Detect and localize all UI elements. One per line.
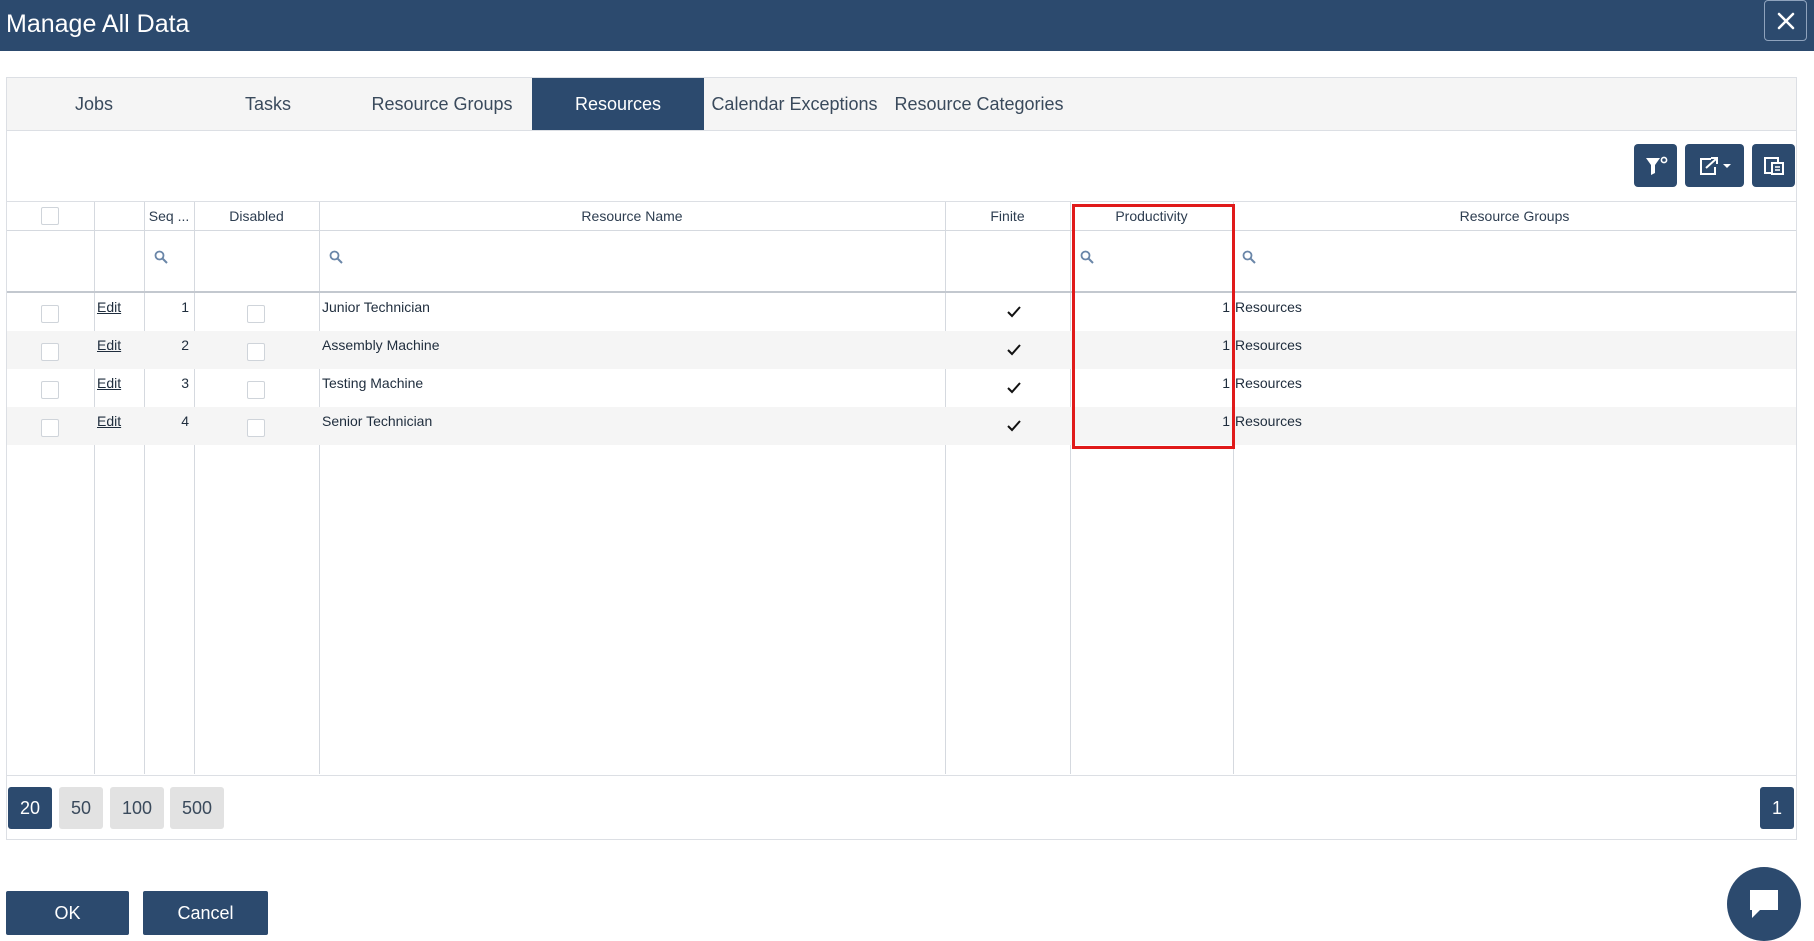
- productivity-cell: 1: [1222, 299, 1230, 315]
- search-icon[interactable]: [329, 250, 343, 264]
- checkmark-icon[interactable]: [1005, 303, 1023, 321]
- row-select-checkbox[interactable]: [41, 343, 59, 361]
- table-row[interactable]: Edit 2 Assembly Machine 1 Resources: [7, 331, 1796, 369]
- page-size-500-button[interactable]: 500: [170, 787, 224, 829]
- column-header-finite[interactable]: Finite: [945, 202, 1070, 230]
- resource-name-cell: Senior Technician: [322, 413, 433, 429]
- seq-cell: 2: [181, 337, 189, 353]
- tab-resources[interactable]: Resources: [532, 78, 704, 130]
- column-header-resource-groups[interactable]: Resource Groups: [1233, 202, 1796, 230]
- resource-name-cell: Junior Technician: [322, 299, 430, 315]
- resource-name-cell: Testing Machine: [322, 375, 424, 391]
- clear-filter-button[interactable]: [1634, 144, 1677, 187]
- resource-groups-cell: Resources: [1235, 375, 1302, 391]
- table-row[interactable]: Edit 3 Testing Machine 1 Resources: [7, 369, 1796, 407]
- export-icon: [1699, 156, 1731, 175]
- page-size-20-button[interactable]: 20: [8, 787, 52, 829]
- close-icon: [1777, 12, 1794, 29]
- ok-button[interactable]: OK: [6, 891, 129, 935]
- productivity-cell: 1: [1222, 337, 1230, 353]
- column-header-seq[interactable]: Seq ...: [144, 202, 194, 230]
- seq-cell: 3: [181, 375, 189, 391]
- seq-cell: 1: [181, 299, 189, 315]
- page-size-100-button[interactable]: 100: [110, 787, 164, 829]
- resource-name-cell: Assembly Machine: [322, 337, 440, 353]
- close-button[interactable]: [1764, 0, 1807, 41]
- search-icon[interactable]: [1080, 250, 1094, 264]
- cancel-button[interactable]: Cancel: [143, 891, 268, 935]
- chat-icon: [1750, 890, 1778, 918]
- page-1-button[interactable]: 1: [1760, 787, 1794, 829]
- productivity-cell: 1: [1222, 413, 1230, 429]
- tab-calendar-exceptions[interactable]: Calendar Exceptions: [707, 78, 882, 130]
- search-icon[interactable]: [154, 250, 168, 264]
- select-all-checkbox[interactable]: [41, 207, 59, 225]
- column-header-disabled[interactable]: Disabled: [194, 202, 319, 230]
- row-select-checkbox[interactable]: [41, 419, 59, 437]
- checkmark-icon[interactable]: [1005, 341, 1023, 359]
- table-row[interactable]: Edit 4 Senior Technician 1 Resources: [7, 407, 1796, 445]
- column-header-resource-name[interactable]: Resource Name: [319, 202, 945, 230]
- edit-link[interactable]: Edit: [97, 413, 121, 429]
- disabled-checkbox[interactable]: [247, 305, 265, 323]
- disabled-checkbox[interactable]: [247, 343, 265, 361]
- row-select-checkbox[interactable]: [41, 381, 59, 399]
- resources-grid: Seq ... Disabled Resource Name Finite Pr…: [7, 201, 1796, 776]
- page-size-50-button[interactable]: 50: [59, 787, 103, 829]
- edit-link[interactable]: Edit: [97, 375, 121, 391]
- checkmark-icon[interactable]: [1005, 379, 1023, 397]
- productivity-cell: 1: [1222, 375, 1230, 391]
- column-chooser-icon: [1763, 156, 1784, 175]
- seq-cell: 4: [181, 413, 189, 429]
- tab-resource-groups[interactable]: Resource Groups: [355, 78, 529, 130]
- edit-link[interactable]: Edit: [97, 337, 121, 353]
- edit-link[interactable]: Edit: [97, 299, 121, 315]
- row-select-checkbox[interactable]: [41, 305, 59, 323]
- filter-clear-icon: [1645, 156, 1667, 175]
- resource-groups-cell: Resources: [1235, 299, 1302, 315]
- resource-groups-cell: Resources: [1235, 337, 1302, 353]
- tab-jobs[interactable]: Jobs: [7, 78, 181, 130]
- table-row[interactable]: Edit 1 Junior Technician 1 Resources: [7, 293, 1796, 331]
- column-header-productivity[interactable]: Productivity: [1070, 202, 1233, 230]
- export-button[interactable]: [1685, 144, 1744, 187]
- title-bar: Manage All Data: [0, 0, 1814, 51]
- search-icon[interactable]: [1242, 250, 1256, 264]
- data-panel: Jobs Tasks Resource Groups Resources Cal…: [6, 77, 1797, 840]
- disabled-checkbox[interactable]: [247, 419, 265, 437]
- checkmark-icon[interactable]: [1005, 417, 1023, 435]
- window-title: Manage All Data: [6, 10, 190, 38]
- tab-bar: Jobs Tasks Resource Groups Resources Cal…: [7, 78, 1796, 131]
- chat-widget-button[interactable]: [1727, 867, 1801, 941]
- resource-groups-cell: Resources: [1235, 413, 1302, 429]
- column-chooser-button[interactable]: [1752, 144, 1795, 187]
- disabled-checkbox[interactable]: [247, 381, 265, 399]
- tab-resource-categories[interactable]: Resource Categories: [887, 78, 1071, 130]
- tab-tasks[interactable]: Tasks: [181, 78, 355, 130]
